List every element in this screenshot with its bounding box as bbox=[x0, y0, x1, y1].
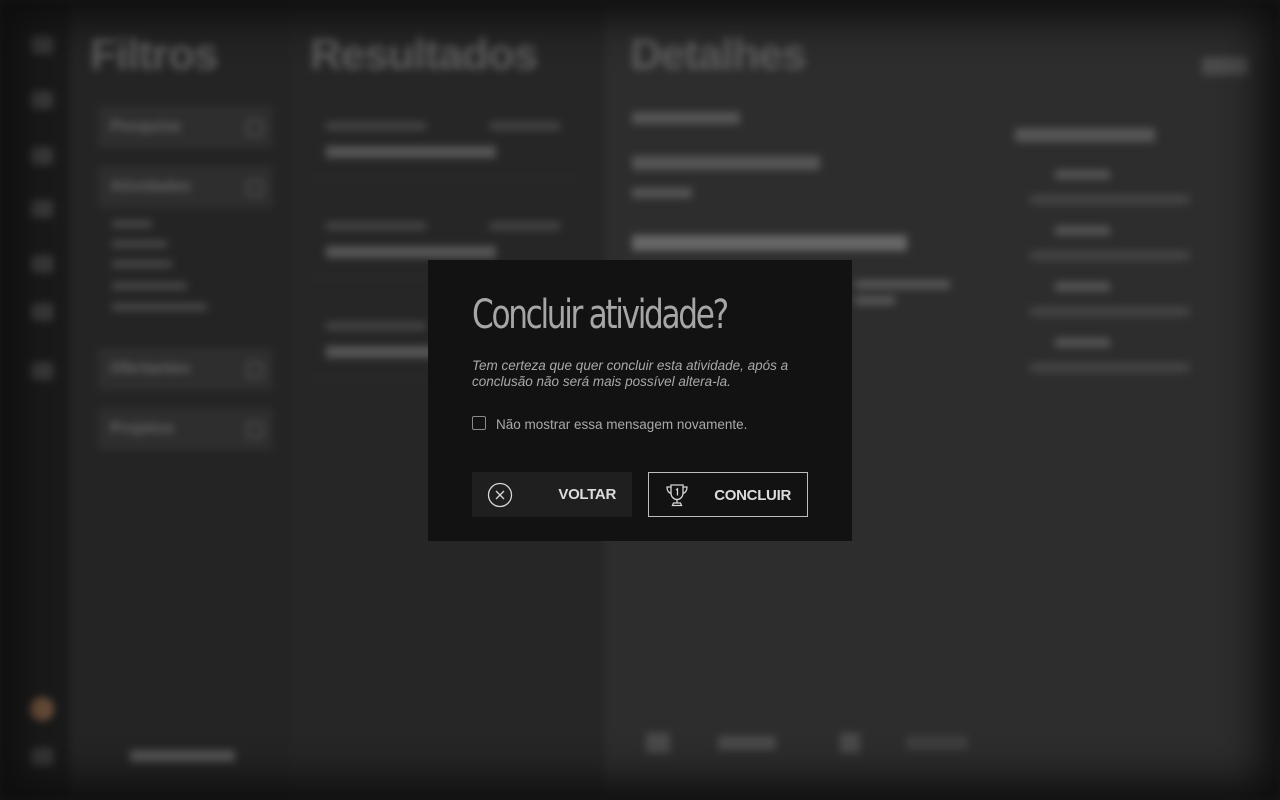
panel-line bbox=[1055, 170, 1110, 179]
chevron-icon bbox=[247, 362, 263, 378]
confirm-dialog: Concluir atividade? Tem certeza que quer… bbox=[428, 260, 852, 541]
search-icon bbox=[247, 120, 263, 136]
dialog-title: Concluir atividade? bbox=[472, 292, 729, 338]
filter-box-label: Atividades bbox=[110, 178, 191, 195]
filter-subitem bbox=[112, 303, 207, 311]
panel-line bbox=[1055, 338, 1110, 347]
avatar bbox=[30, 697, 54, 721]
bottom-action bbox=[906, 736, 968, 750]
bottom-link bbox=[130, 750, 235, 762]
trophy-icon bbox=[666, 484, 688, 507]
nav-icon bbox=[31, 255, 53, 273]
panel-line bbox=[1030, 195, 1190, 204]
panel-line bbox=[1030, 251, 1190, 260]
panel-line bbox=[1030, 363, 1190, 372]
details-line bbox=[632, 156, 820, 170]
filter-box: Atividades bbox=[98, 166, 273, 208]
details-title: Detalhes bbox=[630, 30, 806, 79]
filter-box: Projetos bbox=[98, 408, 273, 450]
confirm-button[interactable]: CONCLUIR bbox=[648, 472, 808, 517]
results-title: Resultados bbox=[310, 30, 538, 79]
panel-line bbox=[1030, 307, 1190, 316]
filter-subitem bbox=[112, 240, 167, 248]
filter-subitem bbox=[112, 220, 152, 228]
filter-box-label: Pesquisa bbox=[110, 118, 181, 135]
panel-line bbox=[1055, 282, 1110, 291]
details-line bbox=[632, 112, 740, 124]
top-right-button bbox=[1202, 57, 1248, 75]
filter-box: Ofertantes bbox=[98, 348, 273, 390]
details-line bbox=[855, 296, 895, 305]
nav-icon bbox=[31, 362, 53, 380]
filter-box-label: Ofertantes bbox=[110, 360, 191, 377]
back-button[interactable]: VOLTAR bbox=[472, 472, 632, 517]
dialog-message: Tem certeza que quer concluir esta ativi… bbox=[472, 358, 789, 389]
filters-column: Filtros Pesquisa Atividades Ofertantes P… bbox=[70, 0, 290, 800]
details-line bbox=[632, 188, 692, 198]
filter-box: Pesquisa bbox=[98, 106, 273, 148]
confirm-button-label: CONCLUIR bbox=[714, 487, 791, 504]
result-card bbox=[308, 108, 578, 179]
dont-show-again-checkbox[interactable] bbox=[472, 416, 486, 430]
filters-title: Filtros bbox=[90, 30, 218, 79]
chevron-icon bbox=[247, 422, 263, 438]
panel-heading bbox=[1015, 128, 1155, 142]
panel-line bbox=[1055, 226, 1110, 235]
filter-subitem bbox=[112, 260, 172, 268]
details-line bbox=[855, 280, 950, 289]
right-panel bbox=[1000, 0, 1280, 800]
chevron-icon bbox=[247, 180, 263, 196]
left-icon-bar bbox=[0, 0, 70, 800]
nav-icon bbox=[31, 303, 53, 321]
filter-box-label: Projetos bbox=[110, 420, 175, 437]
bottom-icon bbox=[646, 733, 670, 753]
filter-subitem bbox=[112, 282, 187, 290]
bottom-icon bbox=[840, 733, 860, 753]
nav-icon bbox=[31, 36, 53, 54]
circle-x-icon bbox=[487, 482, 513, 508]
nav-icon bbox=[31, 200, 53, 218]
dont-show-again-label[interactable]: Não mostrar essa mensagem novamente. bbox=[496, 417, 747, 432]
details-heading bbox=[632, 235, 907, 251]
nav-icon bbox=[31, 748, 53, 766]
back-button-label: VOLTAR bbox=[558, 486, 616, 503]
nav-icon bbox=[31, 147, 53, 165]
details-bottom-bar bbox=[628, 728, 980, 762]
nav-icon bbox=[31, 91, 53, 109]
bottom-action bbox=[718, 736, 776, 750]
